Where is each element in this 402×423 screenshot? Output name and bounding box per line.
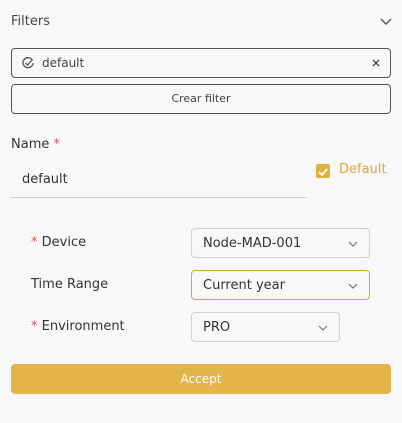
required-mark: *: [31, 235, 38, 250]
name-label: Name *: [11, 137, 60, 152]
check-circle-icon: [22, 57, 34, 69]
environment-label-text: Environment: [41, 319, 125, 334]
required-mark: *: [53, 137, 61, 152]
filters-header[interactable]: Filters: [11, 12, 393, 34]
checkmark-icon: [318, 168, 328, 177]
default-checkbox-label[interactable]: Default: [339, 162, 387, 177]
environment-select[interactable]: PRO: [191, 312, 340, 342]
environment-label: * Environment: [31, 319, 125, 334]
device-label: * Device: [31, 235, 86, 250]
time-range-select-value: Current year: [203, 278, 285, 293]
name-input[interactable]: default: [11, 162, 307, 198]
device-label-text: Device: [41, 235, 87, 250]
device-select-value: Node-MAD-001: [203, 236, 302, 251]
name-label-text: Name: [11, 137, 50, 152]
clear-filter-button[interactable]: Crear filter: [11, 84, 391, 114]
device-select[interactable]: Node-MAD-001: [191, 228, 370, 258]
chevron-down-icon: [318, 325, 328, 331]
time-range-label-text: Time Range: [31, 277, 109, 292]
active-filter-chip[interactable]: default: [11, 48, 391, 78]
environment-select-value: PRO: [203, 320, 231, 335]
accept-button[interactable]: Accept: [11, 364, 391, 394]
chevron-down-icon: [348, 283, 358, 289]
time-range-select[interactable]: Current year: [191, 270, 370, 300]
default-checkbox[interactable]: [316, 164, 330, 178]
chevron-down-icon: [348, 241, 358, 247]
close-icon[interactable]: [370, 57, 382, 69]
chevron-down-icon[interactable]: [379, 14, 393, 28]
required-mark: *: [31, 319, 38, 334]
filter-chip-label: default: [42, 56, 85, 70]
time-range-label: Time Range: [31, 277, 108, 292]
filters-title: Filters: [11, 14, 50, 29]
